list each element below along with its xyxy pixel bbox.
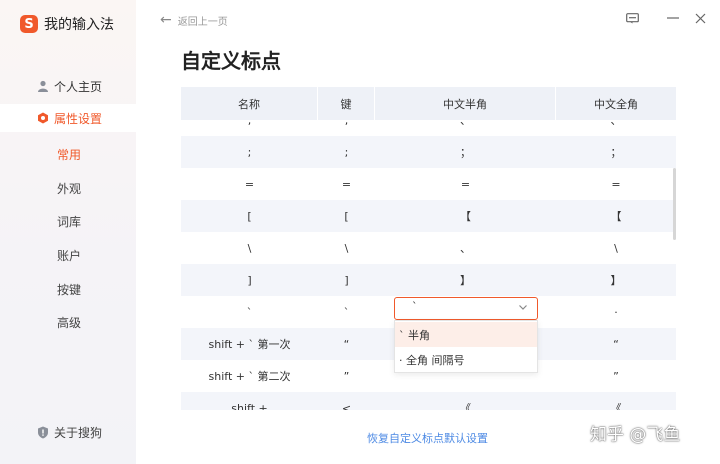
sidebar-item-profile[interactable]: 个人主页 [0, 72, 136, 100]
cell-name: shift + ` 第二次 [208, 370, 291, 383]
back-link[interactable]: ← 返回上一页 [160, 12, 228, 28]
half-width-select[interactable]: ` [394, 297, 538, 320]
back-label: 返回上一页 [177, 16, 228, 28]
sidebar-subitem-advanced[interactable]: 高级 [57, 314, 81, 331]
app-logo: S 我的输入法 [20, 14, 114, 34]
table-header: 名称 键 中文半角 中文全角 [181, 87, 676, 120]
table-row[interactable]: [ [ 【 【 [181, 200, 676, 232]
shield-icon [38, 426, 48, 438]
select-options-menu: ` 半角 · 全角 间隔号 [394, 320, 538, 373]
minimize-button[interactable] [665, 10, 681, 26]
cell-half-width[interactable]: 【 [375, 200, 556, 232]
sogou-logo-icon: S [20, 15, 38, 33]
sidebar-subitem-lexicon[interactable]: 词库 [57, 213, 81, 230]
cell-name: [ [247, 209, 252, 223]
sidebar-subitem-account[interactable]: 账户 [57, 247, 81, 264]
cell-half-width[interactable]: 、 [375, 232, 556, 264]
cell-full-width[interactable]: = [556, 168, 676, 200]
close-icon [695, 13, 705, 23]
sidebar-item-about[interactable]: 关于搜狗 [0, 420, 136, 444]
cell-full-width[interactable]: · [556, 296, 676, 328]
table-row[interactable]: ; ; ； ； [181, 136, 676, 168]
sidebar-subitem-appearance[interactable]: 外观 [57, 180, 81, 197]
close-button[interactable] [692, 10, 708, 26]
table-row[interactable]: \ \ 、 \ [181, 232, 676, 264]
watermark: 知乎 @飞鱼 [590, 425, 681, 445]
cell-key: < [341, 401, 352, 411]
sidebar-subitem-common[interactable]: 常用 [57, 146, 81, 163]
cell-name: ; [247, 145, 252, 159]
settings-hexagon-icon [38, 112, 48, 124]
chevron-down-icon [519, 305, 527, 310]
cell-half-width[interactable]: 《 [375, 392, 556, 410]
column-header-full-width: 中文全角 [594, 97, 638, 111]
cell-key: ; [344, 145, 349, 159]
reset-defaults-link[interactable]: 恢复自定义标点默认设置 [367, 430, 488, 446]
cell-key: \ [344, 241, 349, 255]
option-full-width-middle-dot[interactable]: · 全角 间隔号 [395, 347, 537, 372]
arrow-left-icon: ← [160, 12, 172, 28]
cell-half-width[interactable]: ； [375, 136, 556, 168]
cell-full-width[interactable]: \ [556, 232, 676, 264]
user-icon [38, 80, 48, 92]
cell-name: = [244, 177, 255, 191]
cell-name: \ [247, 241, 252, 255]
cell-full-width[interactable]: ” [556, 360, 676, 392]
cell-key: [ [344, 209, 349, 223]
cell-full-width[interactable]: 《 [556, 392, 676, 410]
column-header-key: 键 [318, 87, 375, 120]
feedback-button[interactable] [624, 10, 640, 26]
column-header-name: 名称 [181, 87, 318, 120]
app-name: 我的输入法 [44, 17, 114, 33]
select-value: ` [412, 300, 418, 313]
cell-name: shift + ` 第一次 [208, 338, 291, 351]
cell-key: ” [343, 369, 350, 383]
page-title: 自定义标点 [181, 49, 281, 73]
cell-full-width[interactable]: 】 [556, 264, 676, 296]
cell-name: ` [246, 305, 253, 319]
cell-name: ] [247, 273, 252, 287]
table-row[interactable]: ] ] 】 】 [181, 264, 676, 296]
cell-name: shift + [231, 401, 268, 411]
cell-full-width[interactable]: ； [556, 136, 676, 168]
cell-full-width[interactable]: 【 [556, 200, 676, 232]
sidebar-item-label: 个人主页 [54, 79, 103, 94]
sidebar-item-label: 属性设置 [54, 111, 103, 126]
column-header-half-width: 中文半角 [375, 87, 556, 120]
cell-key: “ [343, 337, 350, 351]
minimize-icon [667, 17, 679, 19]
table-row[interactable]: = = = = [181, 168, 676, 200]
cell-key: ] [344, 273, 349, 287]
sidebar-item-label: 关于搜狗 [54, 425, 103, 440]
table-scrollbar[interactable] [673, 168, 676, 240]
cell-half-width[interactable]: = [375, 168, 556, 200]
cell-full-width[interactable]: “ [556, 328, 676, 360]
cell-key: = [341, 177, 352, 191]
sidebar: S 我的输入法 个人主页 属性设置 常用 外观 词库 账户 按键 高级 关于搜狗 [0, 0, 136, 464]
cell-key: ` [343, 305, 350, 319]
table-row[interactable]: shift + < 《 《 [181, 392, 676, 410]
sidebar-subitem-keys[interactable]: 按键 [57, 281, 81, 298]
option-half-width[interactable]: ` 半角 [395, 322, 537, 347]
cell-half-width[interactable]: 】 [375, 264, 556, 296]
message-icon [625, 12, 639, 23]
sidebar-item-settings[interactable]: 属性设置 [0, 104, 136, 132]
